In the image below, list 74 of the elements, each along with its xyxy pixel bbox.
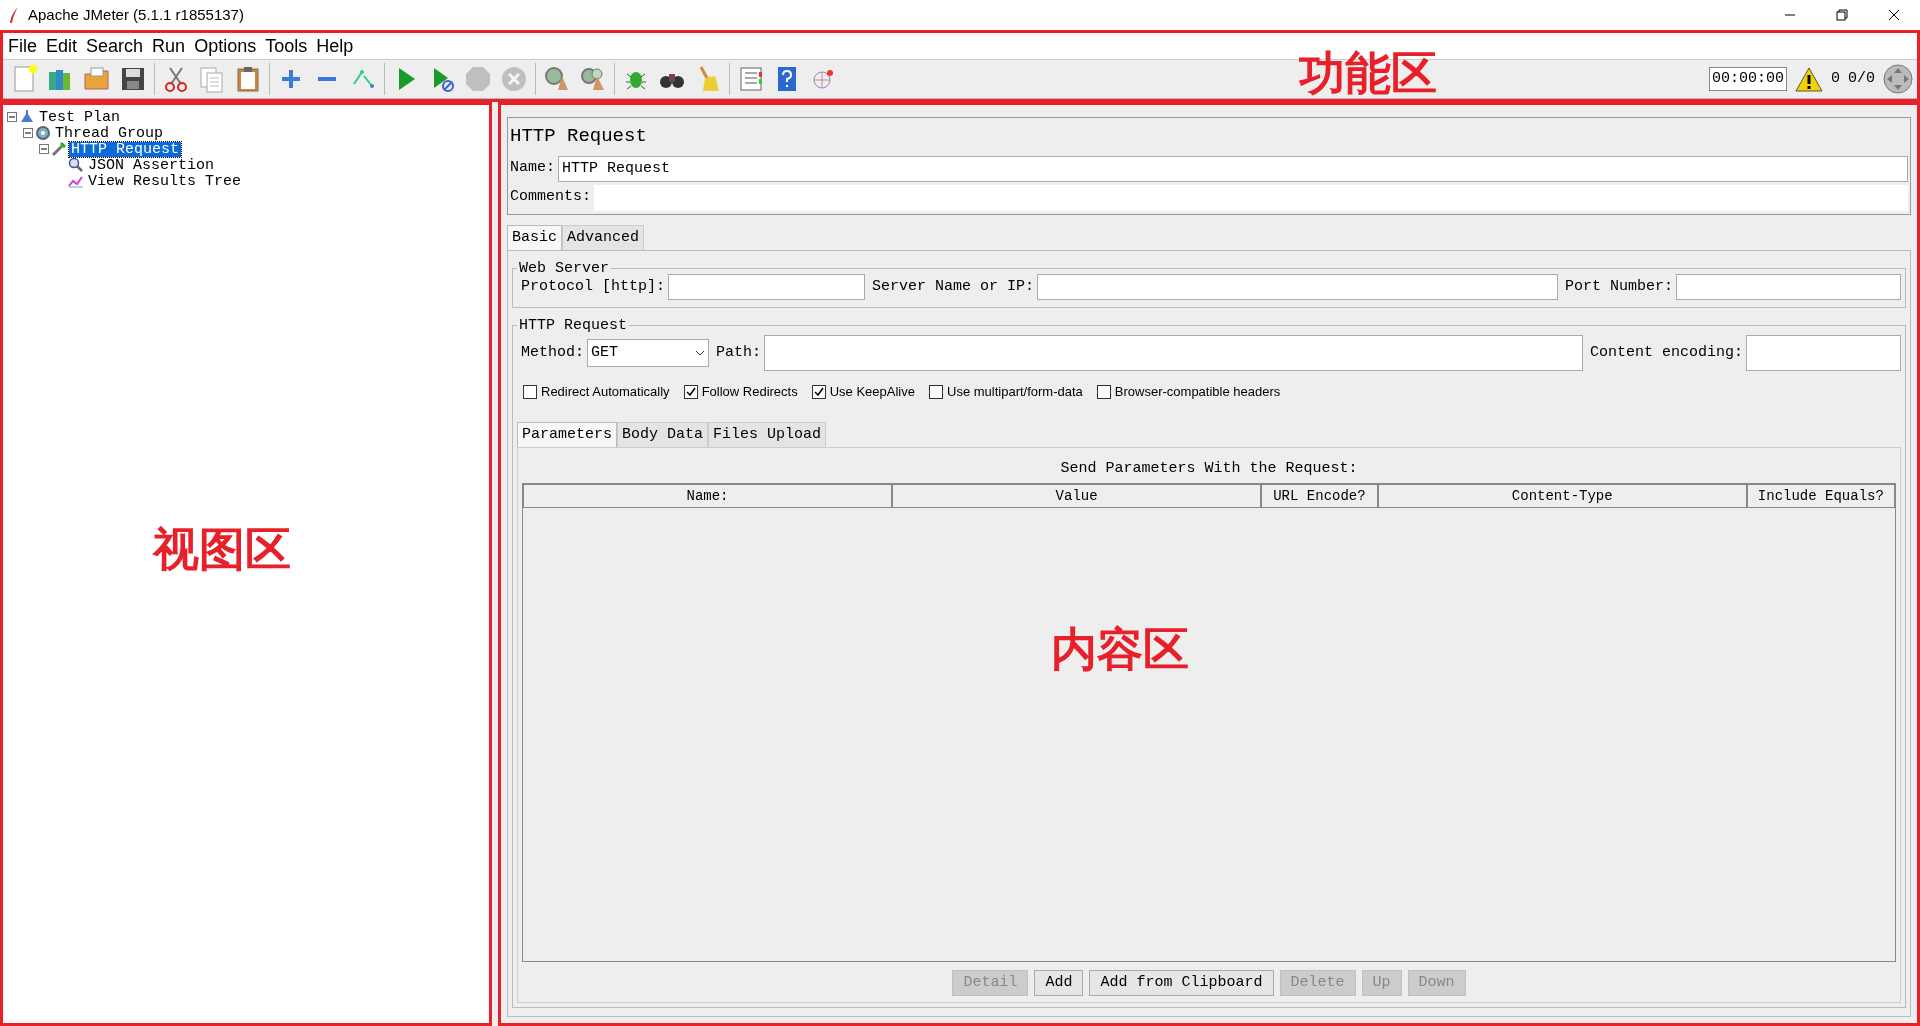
checkbox[interactable]: Use multipart/form-data [929,382,1083,402]
timer-display: 00:00:00 [1708,66,1787,92]
tab[interactable]: Body Data [617,421,709,447]
checkbox[interactable]: Follow Redirects [683,382,798,402]
table-caption: Send Parameters With the Request: [1059,459,1359,479]
field-label: Protocol [http]: [521,276,666,297]
action-button: Up [1361,970,1402,996]
action-button[interactable]: Add from Clipboard [1089,970,1274,996]
window-title: Apache JMeter (5.1.1 r1855137) [28,4,244,25]
field-label: Port Number: [1564,276,1673,297]
tab[interactable]: Basic [507,224,562,250]
checkmark-icon [684,385,697,398]
action-button: Down [1407,970,1466,996]
menu-item[interactable]: Search [85,32,145,60]
column-header: Content-Type [1377,483,1747,508]
panel-title: HTTP Request [510,124,648,149]
menu-item[interactable]: Tools [264,32,309,60]
tree-item[interactable]: HTTP Request [69,141,182,157]
tab[interactable]: Files Upload [708,421,827,447]
restore-icon[interactable] [1836,9,1848,21]
magnifier-icon [68,157,84,173]
gear-icon [35,125,51,141]
menu-item[interactable]: Options [193,32,258,60]
tab[interactable]: Advanced [562,224,645,250]
flask-icon [19,109,35,125]
group-title: Web Server [518,261,610,276]
menu-item[interactable]: Help [315,32,355,60]
menu-item[interactable]: Edit [45,32,79,60]
checkbox[interactable]: Redirect Automatically [523,382,670,402]
field-label: Method: [521,342,584,363]
annotation-label: 视图区 [153,521,291,578]
collapse-toggle-icon[interactable] [23,128,33,138]
menu-item[interactable]: Run [151,32,187,60]
column-header: Name: [523,483,893,508]
annotation-label: 内容区 [1051,621,1189,678]
text-field[interactable] [1037,274,1558,300]
text-field[interactable] [1676,274,1901,300]
tab[interactable]: Parameters [517,421,617,447]
field-label: Comments: [510,187,591,208]
thread-count: 0/0 [1848,68,1875,89]
checkbox[interactable]: Use KeepAlive [811,382,915,402]
action-button: Delete [1279,970,1356,996]
tree-item[interactable]: JSON Assertion [86,157,217,173]
collapse-toggle-icon[interactable] [39,144,49,154]
column-header: Include Equals? [1746,483,1895,508]
menu-item[interactable]: File [7,32,38,60]
checkmark-icon [812,385,825,398]
encoding-field[interactable] [1746,335,1901,371]
tree-item[interactable]: Test Plan [37,109,122,125]
close-icon[interactable] [1888,9,1900,21]
pipette-icon [51,141,67,157]
checkbox[interactable]: Browser-compatible headers [1096,382,1281,402]
column-header: Value [892,483,1262,508]
action-button: Detail [952,970,1029,996]
path-field[interactable] [764,335,1583,371]
remote-status-icon [1883,64,1913,94]
chevron-down-icon [695,350,705,356]
feather-icon [8,6,20,24]
warning-icon[interactable] [1794,66,1823,92]
group-title: HTTP Request [518,318,629,333]
collapse-toggle-icon[interactable] [7,112,17,122]
field-label: Content encoding: [1589,342,1743,363]
column-header: URL Encode? [1261,483,1378,508]
method-dropdown[interactable]: GET [587,339,709,367]
action-button[interactable]: Add [1034,970,1084,996]
text-field[interactable] [668,274,866,300]
name-field[interactable]: HTTP Request [558,155,1908,182]
warning-count: 0 [1830,68,1840,89]
field-label: Server Name or IP: [872,276,1035,297]
field-label: Name: [510,158,555,179]
annotation-label: 功能区 [1299,45,1437,102]
tree-item[interactable]: Thread Group [53,125,166,141]
field-label: Path: [716,342,762,363]
tree-item[interactable]: View Results Tree [86,173,244,189]
